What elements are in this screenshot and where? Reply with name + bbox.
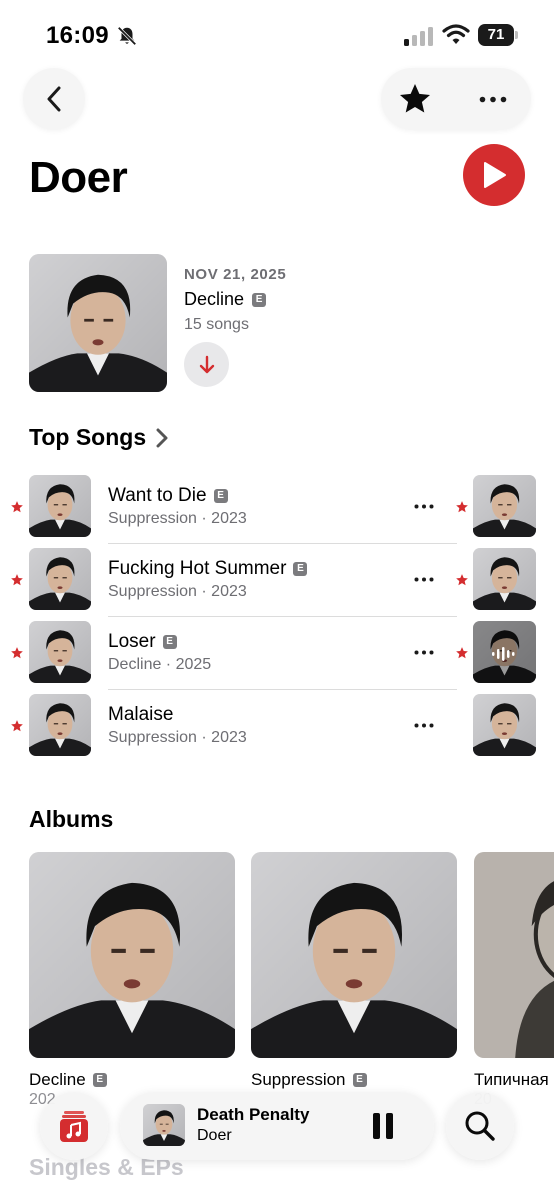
ellipsis-icon (414, 577, 434, 582)
download-button[interactable] (184, 342, 229, 387)
release-title-row[interactable]: Decline E (184, 289, 267, 310)
album-title: Decline (29, 1070, 86, 1089)
song-more-button[interactable] (406, 637, 442, 667)
song-title: Malaise (108, 704, 174, 725)
more-button[interactable] (471, 77, 515, 121)
latest-release-artwork[interactable] (29, 254, 167, 392)
status-bar: 16:09 71 (0, 0, 554, 64)
divider (108, 689, 457, 690)
song-subtitle: Suppression · 2023 (108, 583, 247, 600)
explicit-badge: E (293, 562, 308, 576)
song-row[interactable]: Loser E Decline · 2025 (0, 620, 460, 693)
song-artwork (29, 475, 91, 537)
song-more-button[interactable] (406, 564, 442, 594)
now-playing-artist: Doer (197, 1127, 232, 1144)
favorite-star-icon (10, 719, 24, 733)
song-row[interactable]: Want to Die E Suppression · 2023 (0, 474, 460, 547)
signal-icon (404, 26, 434, 46)
song-title-row: Fucking Hot Summer E (108, 558, 308, 580)
search-icon (464, 1110, 496, 1142)
play-button[interactable] (463, 144, 525, 206)
now-playing-artwork (143, 1104, 185, 1146)
chevron-left-icon (45, 86, 63, 112)
song-artwork (29, 621, 91, 683)
now-playing-title: Death Penalty (197, 1105, 310, 1124)
release-song-count: 15 songs (184, 316, 249, 333)
song-more-button[interactable] (406, 710, 442, 740)
song-artwork (29, 548, 91, 610)
song-row[interactable]: Fucking Hot Summer E Suppression · 2023 (0, 547, 460, 620)
library-tab-button[interactable] (40, 1092, 108, 1160)
album-title-row: Suppression E (251, 1070, 367, 1090)
ellipsis-icon (414, 723, 434, 728)
top-songs-title: Top Songs (29, 424, 147, 450)
song-title-row: Loser E (108, 631, 177, 653)
album-title: Типичная (474, 1070, 549, 1089)
wifi-icon (442, 24, 470, 46)
nav-actions (381, 68, 531, 130)
battery-tip (515, 31, 518, 39)
song-more-button[interactable] (406, 491, 442, 521)
song-title: Fucking Hot Summer (108, 558, 287, 579)
album-title-row: Decline E (29, 1070, 107, 1090)
back-button[interactable] (23, 68, 85, 130)
explicit-badge: E (162, 635, 177, 649)
album-artwork (29, 852, 235, 1058)
favorite-star-icon (10, 646, 24, 660)
play-icon (481, 161, 507, 189)
favorite-star-icon (455, 500, 469, 514)
star-icon (397, 81, 433, 117)
explicit-badge: E (213, 489, 228, 503)
album-card[interactable]: Типичная 20 (474, 852, 554, 1112)
ellipsis-icon (414, 504, 434, 509)
pause-button[interactable] (368, 1110, 398, 1142)
album-title-row: Типичная (474, 1070, 549, 1090)
explicit-badge: E (252, 292, 267, 307)
albums-heading: Albums (29, 806, 113, 833)
favorite-star-icon (10, 573, 24, 587)
release-title: Decline (184, 289, 245, 309)
album-title: Suppression (251, 1070, 346, 1089)
artist-name: Doer (29, 153, 128, 202)
song-artwork[interactable] (473, 548, 536, 610)
song-subtitle: Decline · 2025 (108, 656, 212, 673)
song-title-row: Malaise (108, 704, 173, 726)
favorite-button[interactable] (393, 77, 437, 121)
explicit-badge: E (92, 1073, 107, 1087)
status-time: 16:09 (46, 22, 109, 49)
music-note-icon (59, 1109, 89, 1143)
favorite-star-icon (455, 573, 469, 587)
battery-level: 71 (478, 24, 514, 46)
album-artwork (474, 852, 554, 1058)
now-playing-waveform-icon (491, 646, 519, 662)
favorite-star-icon (10, 500, 24, 514)
divider (108, 616, 457, 617)
albums-title: Albums (29, 806, 114, 832)
song-artwork (29, 694, 91, 756)
bell-slash-icon (116, 25, 138, 47)
song-title-row: Want to Die E (108, 485, 228, 507)
mini-player[interactable]: Death Penalty Doer (120, 1092, 434, 1160)
battery-icon: 71 (478, 24, 518, 46)
song-row[interactable]: Malaise Suppression · 2023 (0, 693, 460, 766)
song-subtitle: Suppression · 2023 (108, 729, 247, 746)
pause-icon (372, 1113, 394, 1139)
album-artwork (251, 852, 457, 1058)
top-songs-heading[interactable]: Top Songs (29, 424, 168, 451)
chevron-right-icon (156, 428, 168, 448)
release-date: NOV 21, 2025 (184, 266, 287, 283)
song-title: Want to Die (108, 485, 207, 506)
divider (108, 543, 457, 544)
song-subtitle: Suppression · 2023 (108, 510, 247, 527)
search-button[interactable] (446, 1092, 514, 1160)
song-title: Loser (108, 631, 156, 652)
ellipsis-icon (478, 96, 508, 103)
explicit-badge: E (352, 1073, 367, 1087)
arrow-down-icon (198, 355, 216, 375)
favorite-star-icon (455, 646, 469, 660)
song-artwork[interactable] (473, 694, 536, 756)
ellipsis-icon (414, 650, 434, 655)
song-artwork[interactable] (473, 475, 536, 537)
